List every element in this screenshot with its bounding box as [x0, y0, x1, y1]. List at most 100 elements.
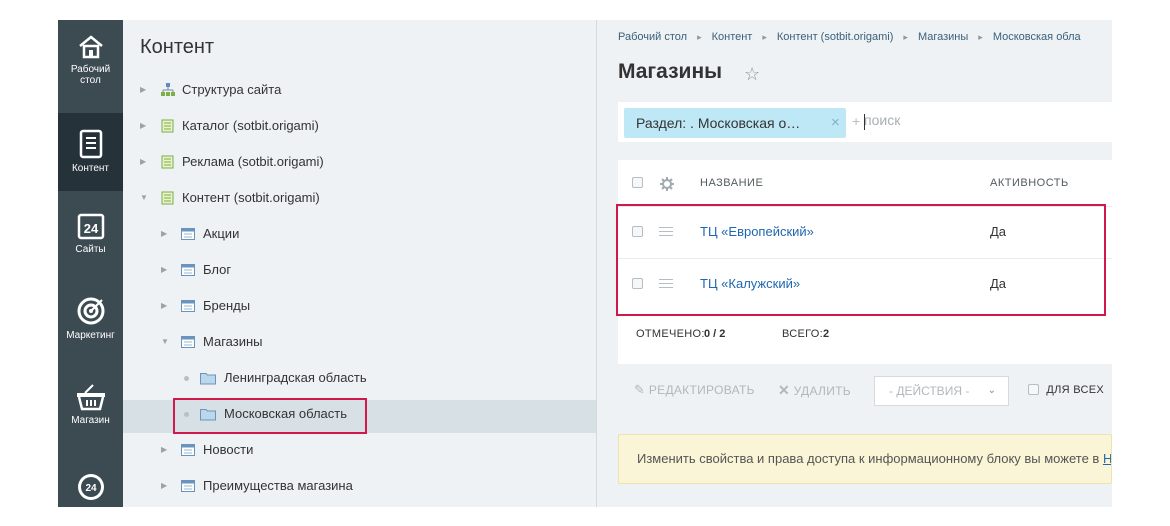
breadcrumb-item[interactable]: Московская обла — [993, 31, 1081, 43]
gear-icon[interactable] — [660, 177, 674, 191]
collapse-arrow-icon[interactable]: ▼ — [140, 180, 150, 216]
tree-node-label: Преимущества магазина — [203, 478, 353, 493]
basket-icon — [76, 384, 105, 411]
menu-item-desktop[interactable]: Рабочий стол — [58, 34, 123, 104]
for-all-toggle[interactable]: ДЛЯ ВСЕХ — [1028, 364, 1104, 416]
text-cursor — [864, 114, 865, 130]
actions-select[interactable]: - ДЕЙСТВИЯ - ⌄ — [874, 376, 1009, 406]
info-note: Изменить свойства и права доступа к инфо… — [618, 434, 1112, 484]
iblock-icon — [181, 336, 195, 348]
menu-item-shop[interactable]: Магазин — [58, 383, 123, 439]
tree-node-label: Ленинградская область — [224, 370, 367, 385]
filter-bar: Раздел: . Московская о… × + — [618, 102, 1112, 142]
info-note-text: Изменить свойства и права доступа к инфо… — [637, 451, 1103, 466]
filter-chip-label: Раздел: . Московская о… — [636, 115, 801, 131]
add-filter-icon[interactable]: + — [852, 113, 860, 129]
iblock-icon — [181, 444, 195, 456]
edit-button-label: РЕДАКТИРОВАТЬ — [648, 383, 755, 397]
chevron-right-icon: ▸ — [903, 32, 908, 42]
star-icon[interactable]: ☆ — [744, 64, 760, 85]
actions-select-value: - ДЕЙСТВИЯ - — [889, 384, 970, 398]
menu-item-label: Контент — [71, 163, 110, 174]
content-tree-panel: Контент ▶ Структура сайта ▶ Каталог (sot… — [123, 20, 597, 507]
menu-item-label: Магазин — [71, 415, 110, 426]
menu-item-sites[interactable]: 24 Сайты — [58, 212, 123, 268]
expand-arrow-icon[interactable]: ▶ — [161, 288, 171, 324]
calendar-24-icon: 24 — [77, 213, 104, 240]
tree-node-label: Акции — [203, 226, 240, 241]
expand-arrow-icon[interactable]: ▶ — [140, 144, 150, 180]
tree-node-label: Магазины — [203, 334, 263, 349]
iblock-icon — [181, 228, 195, 240]
tree-node-label: Блог — [203, 262, 232, 277]
menu-item-label: Сайты — [75, 244, 106, 255]
expand-arrow-icon[interactable]: ▶ — [161, 216, 171, 252]
filter-chip[interactable]: Раздел: . Московская о… × — [624, 108, 846, 138]
main-content: Рабочий стол ▸ Контент ▸ Контент (sotbit.ori… — [598, 20, 1112, 507]
total-label: ВСЕГО: — [782, 328, 824, 340]
target-icon — [77, 297, 104, 325]
tree-node-label: Бренды — [203, 298, 251, 313]
iblock-type-icon — [161, 155, 174, 169]
breadcrumb-item[interactable]: Рабочий стол — [618, 31, 687, 43]
admin-window: Рабочий стол Контент 24 Сайты Маркетинг … — [58, 20, 1112, 507]
chevron-down-icon: ⌄ — [987, 385, 996, 396]
expand-arrow-icon[interactable]: ▶ — [161, 432, 171, 468]
elements-grid: НАЗВАНИЕ АКТИВНОСТЬ ТЦ «Европейский» Да … — [616, 160, 1112, 364]
left-menu-bar: Рабочий стол Контент 24 Сайты Маркетинг … — [58, 20, 123, 507]
breadcrumb-item[interactable]: Магазины — [918, 31, 968, 43]
structure-icon — [161, 83, 175, 96]
tree-node-label: Контент (sotbit.origami) — [182, 190, 320, 205]
iblock-type-icon — [161, 119, 174, 133]
breadcrumb-item[interactable]: Контент (sotbit.origami) — [777, 31, 894, 43]
svg-text:24: 24 — [85, 483, 97, 494]
close-icon[interactable]: × — [831, 108, 840, 138]
menu-item-marketing[interactable]: Маркетинг — [58, 296, 123, 352]
tree-node-label: Структура сайта — [182, 82, 282, 97]
menu-item-bitrix24[interactable]: 24 — [58, 472, 123, 506]
close-icon: ✕ — [778, 382, 791, 398]
home-icon — [78, 35, 103, 59]
group-actions-bar: ✎ РЕДАКТИРОВАТЬ ✕ УДАЛИТЬ - ДЕЙСТВИЯ - ⌄… — [618, 364, 1112, 416]
breadcrumb: Рабочий стол ▸ Контент ▸ Контент (sotbit.ori… — [618, 31, 1081, 43]
chevron-right-icon: ▸ — [978, 32, 983, 42]
iblock-icon — [181, 300, 195, 312]
total-count: 2 — [823, 328, 830, 340]
select-all-checkbox[interactable] — [632, 177, 643, 188]
expand-arrow-icon[interactable]: ▶ — [161, 468, 171, 504]
collapse-arrow-icon[interactable]: ▼ — [161, 324, 171, 360]
tree-node-label: Новости — [203, 442, 254, 457]
moscow-highlight-box — [173, 398, 367, 434]
menu-item-label: стол — [80, 75, 101, 86]
column-header-active[interactable]: АКТИВНОСТЬ — [990, 160, 1069, 206]
rows-highlight-box — [616, 204, 1106, 316]
iblock-icon — [181, 480, 195, 492]
search-input[interactable] — [864, 112, 1094, 128]
breadcrumb-item[interactable]: Контент — [712, 31, 753, 43]
column-header-name[interactable]: НАЗВАНИЕ — [700, 160, 763, 206]
info-note-link[interactable]: Н — [1103, 451, 1111, 466]
expand-arrow-icon[interactable]: ▶ — [140, 108, 150, 144]
chevron-right-icon: ▸ — [762, 32, 767, 42]
expand-arrow-icon[interactable]: ▶ — [140, 72, 150, 108]
svg-text:24: 24 — [83, 221, 98, 236]
selected-label: ОТМЕЧЕНО: — [636, 328, 705, 340]
menu-item-content[interactable]: Контент — [58, 113, 123, 191]
selected-count: 0 / 2 — [704, 328, 726, 340]
pencil-icon: ✎ — [634, 382, 646, 397]
menu-item-label: Маркетинг — [66, 330, 115, 341]
bullet-dot — [184, 376, 189, 381]
tree-node-label: Каталог (sotbit.origami) — [182, 118, 319, 133]
menu-item-label: Рабочий — [70, 64, 111, 75]
for-all-checkbox[interactable] — [1028, 383, 1039, 395]
edit-button[interactable]: ✎ РЕДАКТИРОВАТЬ — [634, 364, 755, 416]
delete-button[interactable]: ✕ УДАЛИТЬ — [778, 364, 851, 417]
bitrix24-icon: 24 — [77, 474, 104, 500]
tree-title: Контент — [140, 36, 215, 58]
chevron-right-icon: ▸ — [697, 32, 702, 42]
iblock-icon — [181, 264, 195, 276]
document-icon — [79, 129, 102, 159]
expand-arrow-icon[interactable]: ▶ — [161, 252, 171, 288]
tree-node-label: Реклама (sotbit.origami) — [182, 154, 324, 169]
iblock-type-icon — [161, 191, 174, 205]
